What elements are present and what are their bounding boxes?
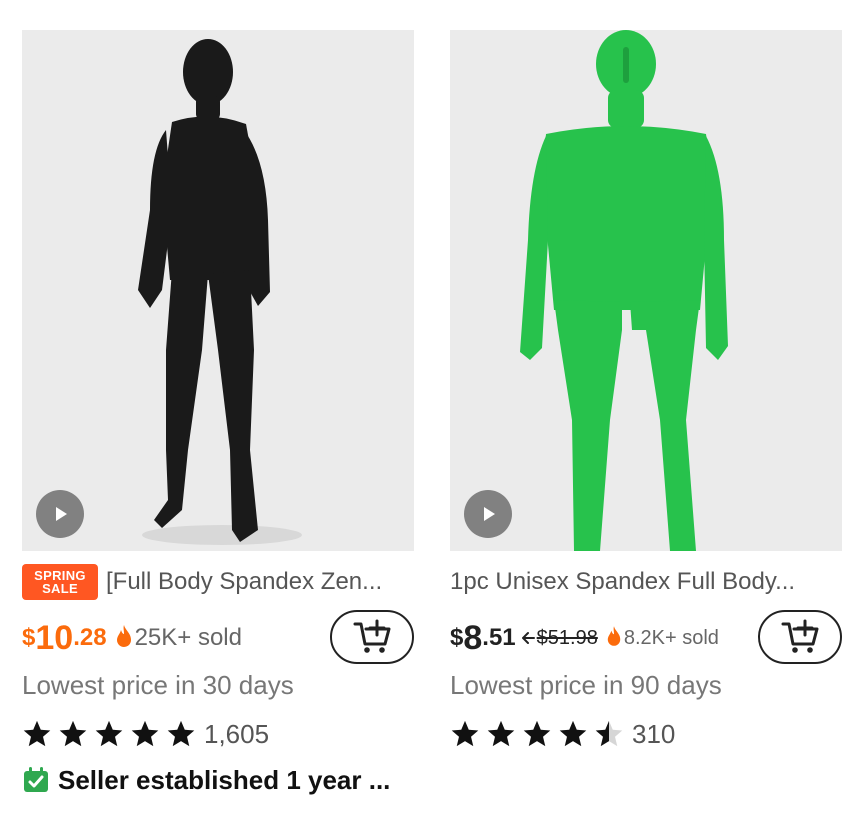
- star-full-icon: [167, 720, 195, 747]
- lowest-price-note: Lowest price in 90 days: [450, 670, 722, 700]
- product-image[interactable]: [450, 30, 842, 551]
- calendar-check-icon: [24, 767, 48, 792]
- play-video-button[interactable]: [36, 490, 84, 538]
- flame-icon: [115, 624, 133, 653]
- review-count: 1,605: [204, 718, 270, 749]
- rating: 1,605: [22, 714, 269, 754]
- price-decimal: .28: [73, 624, 107, 651]
- add-to-cart-button[interactable]: [758, 610, 842, 664]
- star-full-icon: [23, 720, 51, 747]
- product-photo-black-suit: [138, 39, 302, 545]
- product-card[interactable]: 1pc Unisex Spandex Full Body... $ 8 .51 …: [450, 30, 842, 749]
- star-full-icon: [523, 720, 551, 747]
- price-currency: $: [450, 624, 464, 651]
- price-currency: $: [22, 624, 36, 651]
- product-card[interactable]: SPRING SALE [Full Body Spandex Zen... $ …: [22, 30, 414, 795]
- price-row: $ 8 .51 $51.98 8.2K+ sold: [450, 610, 842, 666]
- star-full-icon: [487, 720, 515, 747]
- sold-count: 8.2K+ sold: [623, 626, 719, 649]
- star-full-icon: [95, 720, 123, 747]
- seller-info: Seller established 1 year ...: [22, 760, 390, 800]
- seller-established: Seller established 1 year ...: [58, 764, 391, 795]
- add-to-cart-button[interactable]: [330, 610, 414, 664]
- review-count: 310: [632, 718, 676, 749]
- price-integer: 10: [35, 618, 74, 657]
- add-to-cart-icon: [781, 619, 819, 653]
- flame-icon: [606, 625, 622, 652]
- price-row: $ 10 .28 25K+ sold: [22, 610, 414, 666]
- product-title[interactable]: [Full Body Spandex Zen...: [106, 568, 382, 596]
- lowest-price-note: Lowest price in 30 days: [22, 670, 294, 700]
- original-price: $51.98: [521, 627, 598, 650]
- price-decimal: .51: [482, 624, 516, 651]
- rating: 310: [450, 714, 675, 754]
- product-image[interactable]: [22, 30, 414, 551]
- star-full-icon: [59, 720, 87, 747]
- product-title[interactable]: 1pc Unisex Spandex Full Body...: [450, 568, 795, 596]
- play-icon: [484, 507, 495, 521]
- play-video-button[interactable]: [464, 490, 512, 538]
- star-full-icon: [451, 720, 479, 747]
- price-integer: 8: [463, 618, 483, 657]
- star-full-icon: [131, 720, 159, 747]
- star-rating: [22, 719, 202, 749]
- play-icon: [56, 507, 67, 521]
- spring-sale-badge: SPRING SALE: [22, 564, 98, 600]
- star-half-icon: [595, 720, 623, 747]
- product-photo-green-suit: [520, 30, 728, 551]
- sold-count: 25K+ sold: [134, 624, 242, 651]
- star-full-icon: [559, 720, 587, 747]
- star-rating: [450, 719, 630, 749]
- price-drop-arrow-icon: [521, 632, 535, 644]
- add-to-cart-icon: [353, 619, 391, 653]
